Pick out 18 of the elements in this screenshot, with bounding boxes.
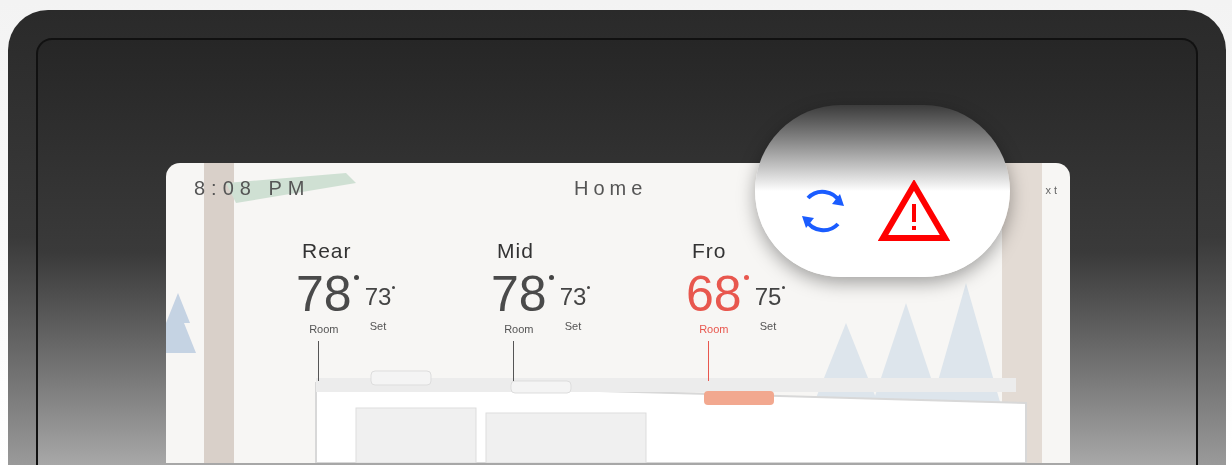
set-label: Set	[564, 318, 582, 334]
set-label: Set	[369, 318, 387, 334]
set-temperature: 75	[754, 283, 782, 310]
zone-name: Fro	[692, 238, 727, 264]
room-label: Room	[699, 321, 729, 337]
set-temperature: 73	[559, 283, 587, 310]
set-temperature: 73	[364, 283, 392, 310]
clock-time: 8:08 PM	[194, 176, 312, 201]
zone-name: Mid	[497, 238, 534, 264]
room-temperature: 78	[296, 268, 352, 319]
header-text: xt	[1045, 182, 1060, 198]
page-title: Home	[574, 176, 648, 201]
set-label: Set	[759, 318, 777, 334]
room-label: Room	[309, 321, 339, 337]
room-label: Room	[504, 321, 534, 337]
zone-name: Rear	[302, 238, 352, 264]
room-temperature: 78	[491, 268, 547, 319]
room-temperature: 68	[686, 268, 742, 319]
